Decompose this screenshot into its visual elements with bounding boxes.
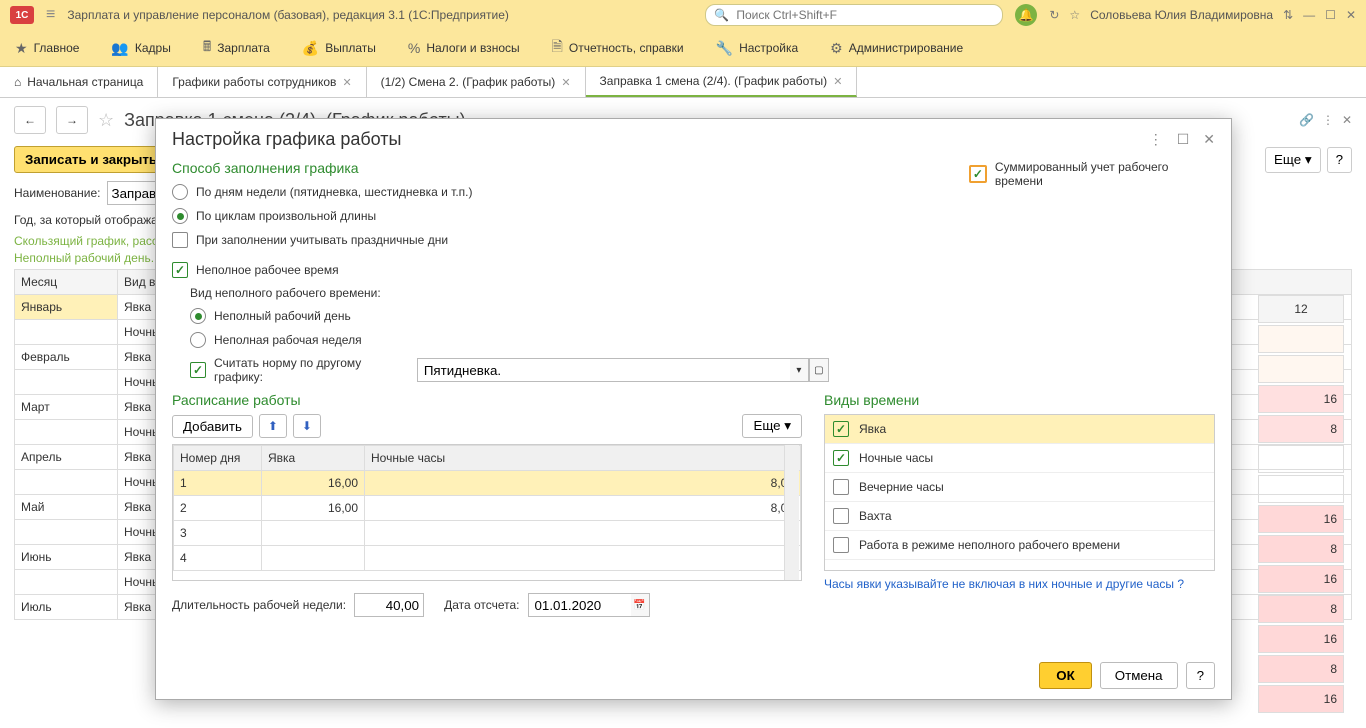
people-icon: 👥 xyxy=(111,40,128,57)
date-input[interactable] xyxy=(528,593,631,617)
menu-nalogi[interactable]: %Налоги и взносы xyxy=(408,40,520,56)
duration-label: Длительность рабочей недели: xyxy=(172,598,346,612)
radio-partday[interactable] xyxy=(190,308,206,324)
add-button[interactable]: Добавить xyxy=(172,415,253,438)
settings-dialog: Настройка графика работы ⋮ ☐ ✕ Способ за… xyxy=(155,118,1232,700)
duration-input[interactable] xyxy=(354,593,424,617)
tab-close-icon[interactable]: ✕ xyxy=(342,76,351,89)
cancel-button[interactable]: Отмена xyxy=(1100,662,1178,689)
move-up-icon[interactable]: ⬆ xyxy=(259,414,287,438)
dialog-help-button[interactable]: ? xyxy=(1186,662,1215,689)
menu-nastroika[interactable]: 🔧Настройка xyxy=(716,40,799,57)
move-down-icon[interactable]: ⬇ xyxy=(293,414,321,438)
checkbox-parttime[interactable] xyxy=(172,262,188,278)
date-label: Дата отсчета: xyxy=(444,598,519,612)
tab-zapravka[interactable]: Заправка 1 смена (2/4). (График работы)✕ xyxy=(586,67,858,97)
calc-icon: 🖩 xyxy=(203,36,211,60)
list-item[interactable]: Работа в режиме неполного рабочего време… xyxy=(825,531,1214,560)
search-icon: 🔍 xyxy=(714,8,729,22)
tab-home[interactable]: ⌂Начальная страница xyxy=(0,67,158,97)
hint-help-icon[interactable]: ? xyxy=(1177,577,1184,591)
dialog-max-icon[interactable]: ☐ xyxy=(1177,131,1190,148)
radio-partweek[interactable] xyxy=(190,332,206,348)
history-icon[interactable]: ↻ xyxy=(1049,8,1059,22)
checkbox-summated[interactable] xyxy=(969,165,987,183)
forward-button[interactable]: → xyxy=(56,106,88,134)
hint-link[interactable]: Часы явки указывайте не включая в них но… xyxy=(824,577,1174,591)
minimize-icon[interactable]: — xyxy=(1303,8,1315,22)
more-button-2[interactable]: Еще ▾ xyxy=(742,414,802,438)
menu-zarplata[interactable]: 🖩Зарплата xyxy=(203,36,270,60)
dialog-close-icon[interactable]: ✕ xyxy=(1203,131,1215,148)
menu-main[interactable]: ★Главное xyxy=(15,40,79,57)
menu-kadry[interactable]: 👥Кадры xyxy=(111,40,170,57)
grid-scrollbar[interactable] xyxy=(784,445,799,580)
section-time-types: Виды времени xyxy=(824,392,1215,408)
search-input[interactable] xyxy=(734,7,994,23)
home-icon: ⌂ xyxy=(14,75,21,89)
search-box[interactable]: 🔍 xyxy=(705,4,1003,26)
time-types-list[interactable]: ЯвкаНочные часыВечерние часыВахтаРабота … xyxy=(824,414,1215,571)
dialog-kebab-icon[interactable]: ⋮ xyxy=(1149,131,1163,148)
help-button[interactable]: ? xyxy=(1327,147,1352,173)
bell-icon[interactable]: 🔔 xyxy=(1015,4,1037,26)
section-fill-method: Способ заполнения графика xyxy=(172,160,829,176)
list-item[interactable]: Вечерние часы xyxy=(825,473,1214,502)
list-checkbox[interactable] xyxy=(833,421,849,437)
wrench-icon: 🔧 xyxy=(716,40,733,57)
schedule-grid[interactable]: Номер дняЯвкаНочные часы 116,008,00216,0… xyxy=(173,445,801,571)
maximize-icon[interactable]: ☐ xyxy=(1325,8,1336,22)
radio-by-cycles[interactable] xyxy=(172,208,188,224)
app-title: Зарплата и управление персоналом (базова… xyxy=(67,8,509,22)
list-item[interactable]: Явка xyxy=(825,415,1214,444)
menu-vyplaty[interactable]: 💰Выплаты xyxy=(302,40,376,57)
norm-combo[interactable] xyxy=(417,358,790,382)
checkbox-holidays[interactable] xyxy=(172,232,188,248)
list-checkbox[interactable] xyxy=(833,450,849,466)
report-icon: 🗎 xyxy=(552,36,563,60)
list-checkbox[interactable] xyxy=(833,537,849,553)
ok-button[interactable]: ОК xyxy=(1039,662,1092,689)
tab-grafiki[interactable]: Графики работы сотрудников✕ xyxy=(158,67,366,97)
combo-dropdown-icon[interactable]: ▾ xyxy=(790,358,809,382)
list-checkbox[interactable] xyxy=(833,508,849,524)
back-button[interactable]: ← xyxy=(14,106,46,134)
page-close-icon[interactable]: ✕ xyxy=(1342,113,1352,127)
list-checkbox[interactable] xyxy=(833,479,849,495)
app-logo: 1C xyxy=(10,6,34,24)
list-item[interactable]: Вахта xyxy=(825,502,1214,531)
star-menu-icon: ★ xyxy=(15,40,28,57)
menu-admin[interactable]: ⚙Администрирование xyxy=(830,40,963,57)
radio-by-weekdays[interactable] xyxy=(172,184,188,200)
calendar-icon[interactable]: 📅 xyxy=(631,593,650,617)
filter-icon[interactable]: ⇅ xyxy=(1283,8,1293,22)
checkbox-norm[interactable] xyxy=(190,362,206,378)
save-button[interactable]: Записать и закрыть xyxy=(14,146,168,173)
tab-close-icon[interactable]: ✕ xyxy=(561,76,570,89)
combo-open-icon[interactable]: ▢ xyxy=(809,358,829,382)
name-label: Наименование: xyxy=(14,186,101,200)
background-right-col: 12 16816816816816 xyxy=(1256,293,1346,715)
user-name[interactable]: Соловьева Юлия Владимировна xyxy=(1090,8,1273,22)
money-icon: 💰 xyxy=(302,40,319,57)
list-item[interactable]: Ночные часы xyxy=(825,444,1214,473)
hamburger-icon[interactable]: ≡ xyxy=(46,6,55,24)
link-icon[interactable]: 🔗 xyxy=(1299,113,1314,127)
star-icon[interactable]: ☆ xyxy=(1069,8,1080,22)
tab-close-icon[interactable]: ✕ xyxy=(833,75,842,88)
fav-star-icon[interactable]: ☆ xyxy=(98,110,114,131)
tab-smena2[interactable]: (1/2) Смена 2. (График работы)✕ xyxy=(367,67,586,97)
menu-otchet[interactable]: 🗎Отчетность, справки xyxy=(552,36,684,60)
close-icon[interactable]: ✕ xyxy=(1346,8,1356,22)
gear-icon: ⚙ xyxy=(830,40,843,57)
section-schedule: Расписание работы xyxy=(172,392,802,408)
kebab-icon[interactable]: ⋮ xyxy=(1322,113,1334,127)
more-button[interactable]: Еще ▾ xyxy=(1265,147,1321,173)
percent-icon: % xyxy=(408,40,420,56)
dialog-title: Настройка графика работы xyxy=(172,129,401,150)
parttime-label: Вид неполного рабочего времени: xyxy=(190,286,829,300)
